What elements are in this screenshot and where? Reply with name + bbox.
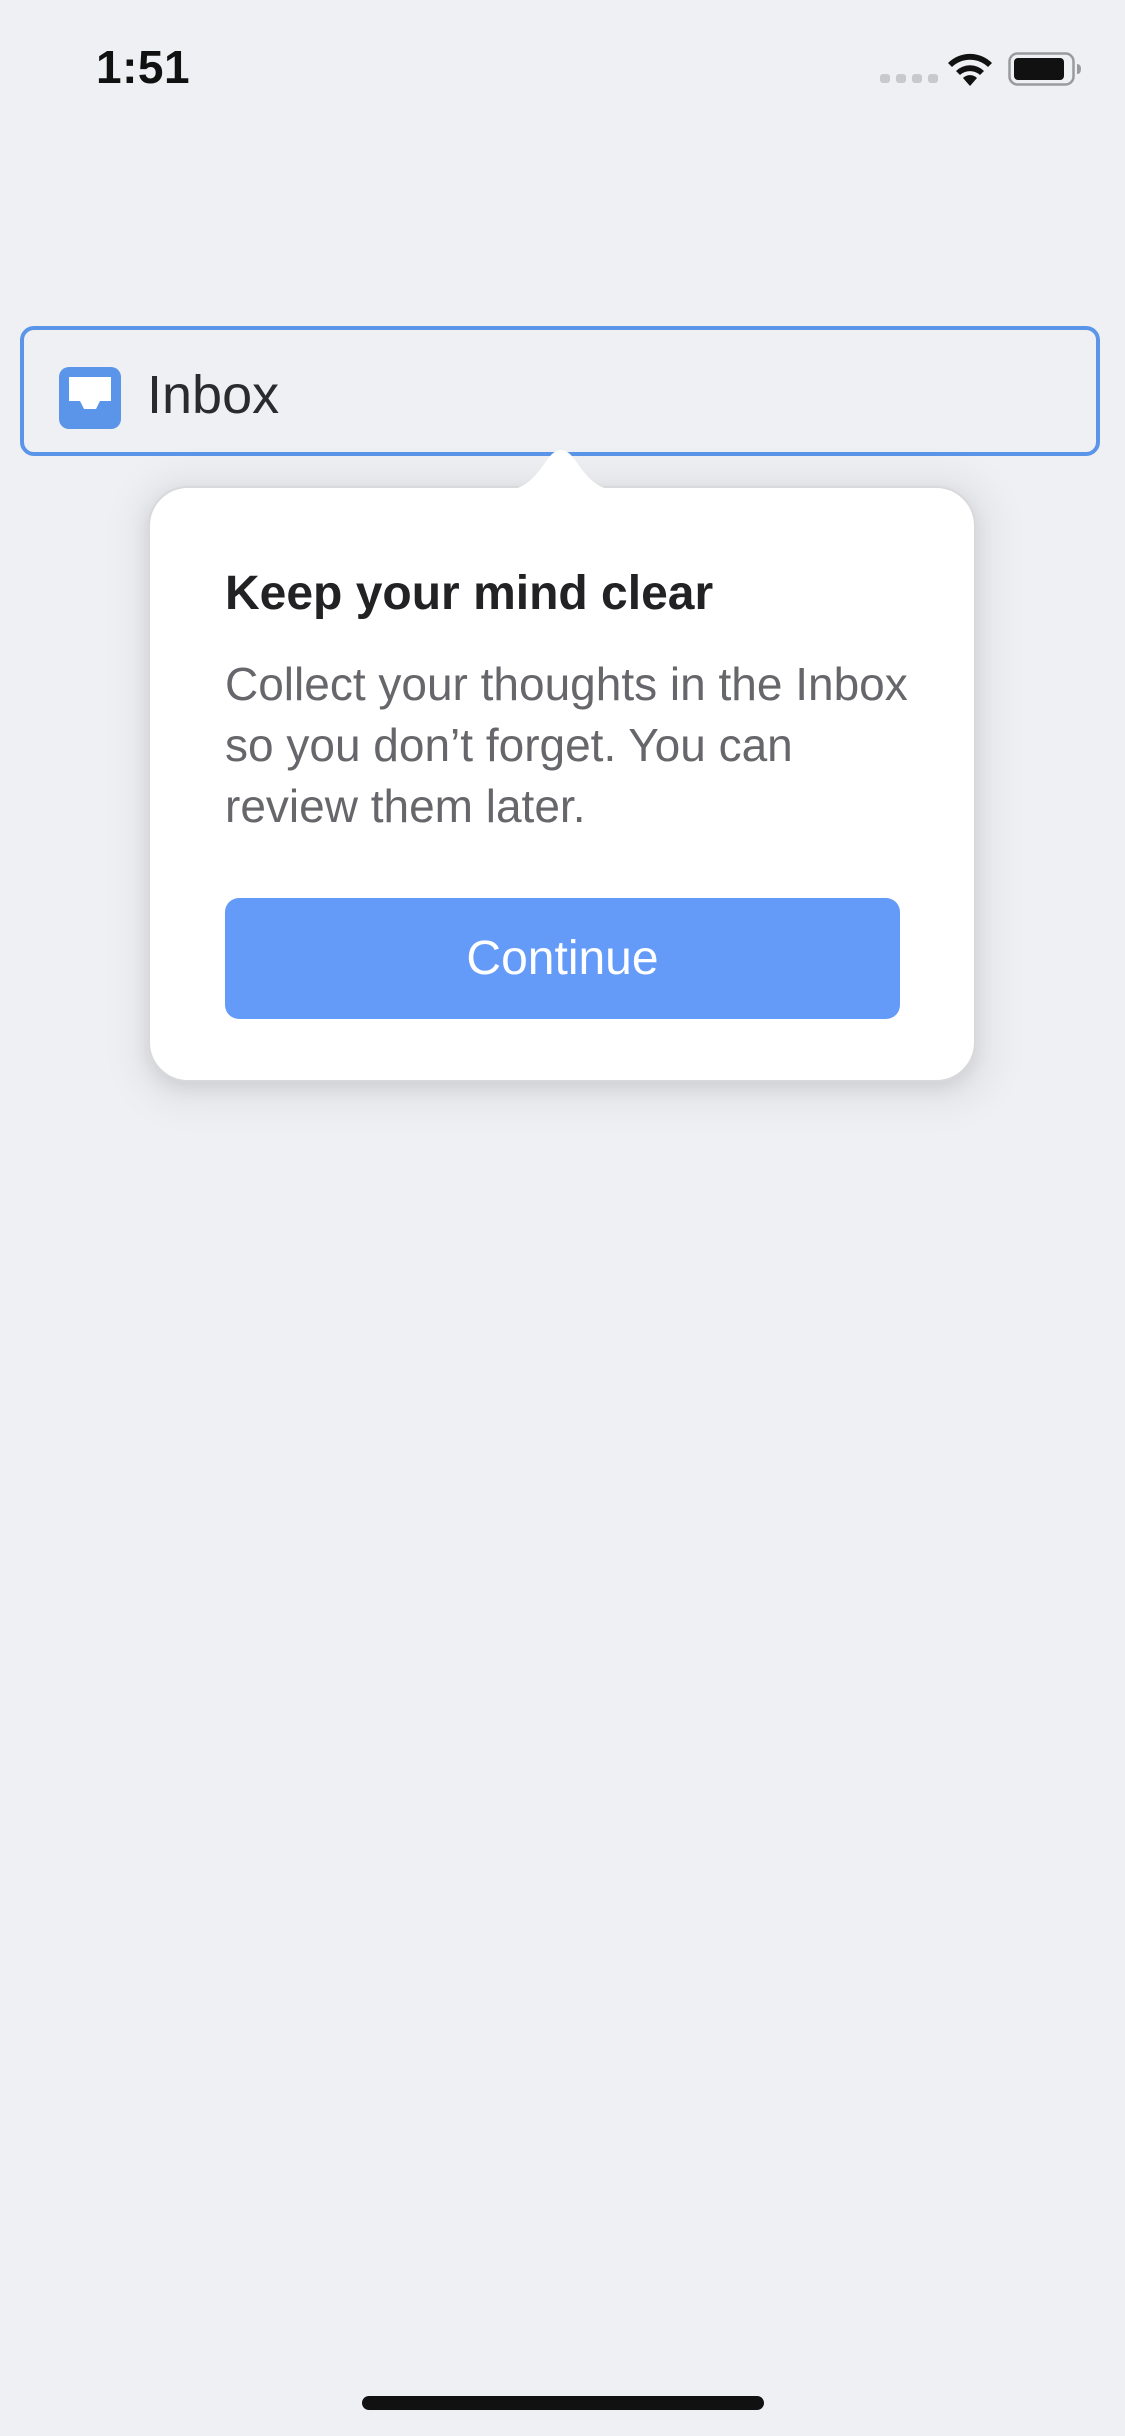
battery-icon bbox=[1008, 52, 1081, 86]
wifi-icon bbox=[948, 53, 992, 86]
inbox-label: Inbox bbox=[147, 365, 280, 425]
cellular-signal-icon bbox=[880, 74, 938, 83]
popover-title: Keep your mind clear bbox=[225, 567, 714, 620]
inbox-row[interactable]: Inbox bbox=[20, 326, 1100, 456]
status-time: 1:51 bbox=[96, 41, 191, 93]
status-bar: 1:51 bbox=[0, 0, 1125, 132]
inbox-tray-icon bbox=[59, 367, 121, 429]
continue-button[interactable]: Continue bbox=[225, 898, 900, 1019]
home-indicator[interactable] bbox=[362, 2396, 764, 2410]
popover-body: Collect your thoughts in the Inbox so yo… bbox=[225, 658, 908, 832]
popover-arrow bbox=[492, 450, 630, 492]
